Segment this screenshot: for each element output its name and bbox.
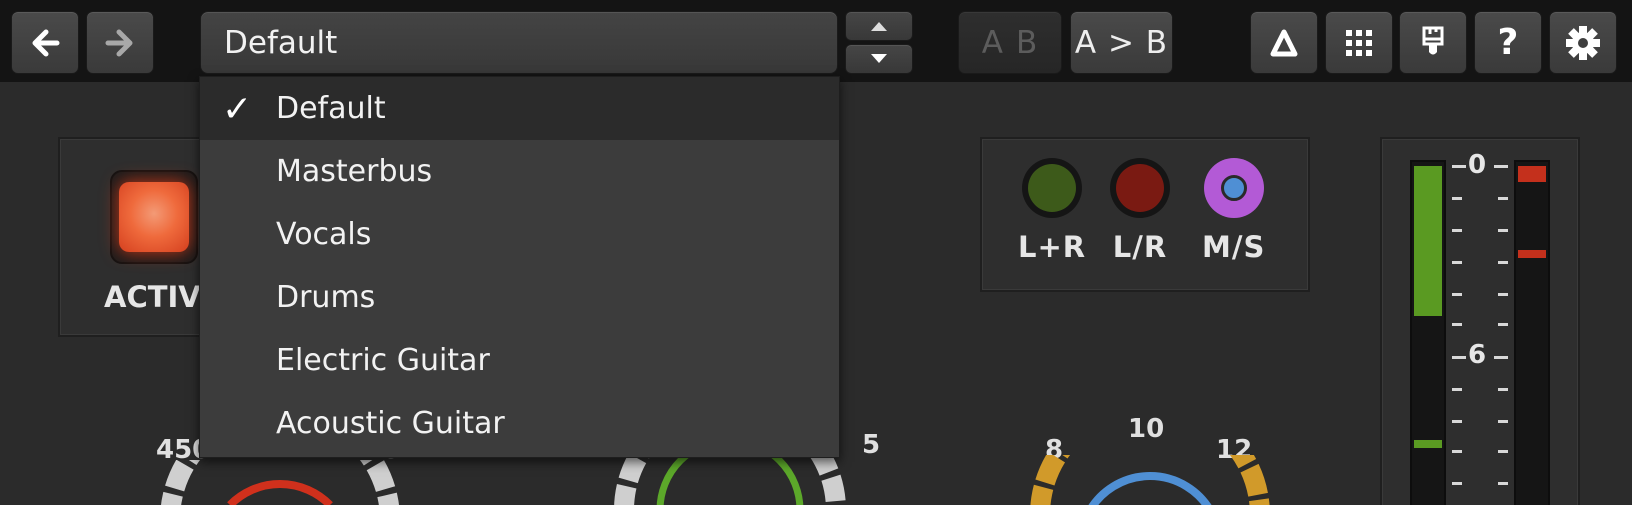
redo-button[interactable] bbox=[86, 11, 154, 74]
menu-item-acoustic-guitar[interactable]: Acoustic Guitar bbox=[200, 392, 839, 455]
mode-led-icon bbox=[1220, 175, 1247, 201]
arrow-left-icon bbox=[32, 29, 60, 56]
meter-left bbox=[1410, 160, 1446, 505]
freq-knob[interactable] bbox=[160, 460, 400, 505]
menu-item-default[interactable]: ✓ Default bbox=[200, 77, 839, 140]
menu-item-masterbus[interactable]: Masterbus bbox=[200, 140, 839, 203]
undo-button[interactable] bbox=[11, 11, 79, 74]
menu-item-label: Drums bbox=[276, 280, 376, 315]
help-button[interactable]: ? bbox=[1474, 11, 1542, 74]
mode-label: L+R bbox=[1018, 230, 1087, 264]
meter-left-peak bbox=[1414, 440, 1442, 448]
preset-name: Default bbox=[224, 24, 338, 61]
preset-next-button[interactable] bbox=[845, 44, 913, 74]
copy-ab-button[interactable]: A > B bbox=[1070, 11, 1173, 74]
skin-button[interactable] bbox=[1399, 11, 1467, 74]
mode-lr[interactable]: L/R bbox=[1110, 158, 1170, 264]
preset-dropdown-menu: ✓ Default Masterbus Vocals Drums Electri… bbox=[199, 76, 840, 458]
menu-item-label: Default bbox=[276, 91, 386, 126]
mode-led-icon bbox=[1116, 164, 1164, 212]
ab-label-b: B bbox=[1015, 24, 1039, 61]
meter-right bbox=[1514, 160, 1550, 505]
mode-label: L/R bbox=[1112, 230, 1168, 264]
settings-button[interactable] bbox=[1549, 11, 1617, 74]
arrow-right-icon bbox=[105, 29, 133, 56]
mode-ms[interactable]: M/S bbox=[1202, 158, 1265, 264]
mid-max-label: 5 bbox=[862, 430, 881, 460]
delta-icon bbox=[1270, 29, 1298, 56]
active-toggle[interactable] bbox=[110, 170, 198, 264]
mode-label: M/S bbox=[1202, 230, 1266, 264]
ratio-knob[interactable] bbox=[1030, 455, 1270, 505]
menu-item-label: Acoustic Guitar bbox=[276, 406, 505, 441]
menu-item-drums[interactable]: Drums bbox=[200, 266, 839, 329]
grid-button[interactable] bbox=[1325, 11, 1393, 74]
brush-icon bbox=[1422, 26, 1444, 54]
triangle-down-icon bbox=[871, 54, 887, 63]
triangle-up-icon bbox=[871, 22, 887, 31]
meter-left-fill bbox=[1414, 166, 1442, 316]
active-led-icon bbox=[119, 182, 189, 252]
toolbar: Default A B A > B ? bbox=[0, 0, 1632, 82]
preset-prev-button[interactable] bbox=[845, 11, 913, 41]
delta-button[interactable] bbox=[1250, 11, 1318, 74]
menu-item-label: Electric Guitar bbox=[276, 343, 490, 378]
meter-scale-0: 0 bbox=[1468, 150, 1487, 180]
ab-toggle-button[interactable]: A B bbox=[958, 11, 1062, 74]
menu-item-label: Vocals bbox=[276, 217, 372, 252]
menu-item-vocals[interactable]: Vocals bbox=[200, 203, 839, 266]
preset-selector[interactable]: Default bbox=[200, 11, 838, 74]
mode-led-icon bbox=[1028, 164, 1077, 212]
menu-item-electric-guitar[interactable]: Electric Guitar bbox=[200, 329, 839, 392]
meter-right-marker bbox=[1518, 250, 1546, 258]
checkmark-icon: ✓ bbox=[222, 89, 253, 130]
menu-item-label: Masterbus bbox=[276, 154, 433, 189]
meter-scale-6: 6 bbox=[1468, 340, 1487, 370]
ab-label-a: A bbox=[981, 24, 1004, 61]
gear-icon bbox=[1566, 25, 1600, 60]
ratio-label-10: 10 bbox=[1128, 414, 1165, 444]
meter-right-peak bbox=[1518, 166, 1546, 182]
grid-icon bbox=[1346, 29, 1372, 56]
question-icon: ? bbox=[1497, 22, 1519, 63]
copy-ab-label: A > B bbox=[1074, 24, 1169, 61]
mode-lr-sum[interactable]: L+R bbox=[1018, 158, 1086, 264]
